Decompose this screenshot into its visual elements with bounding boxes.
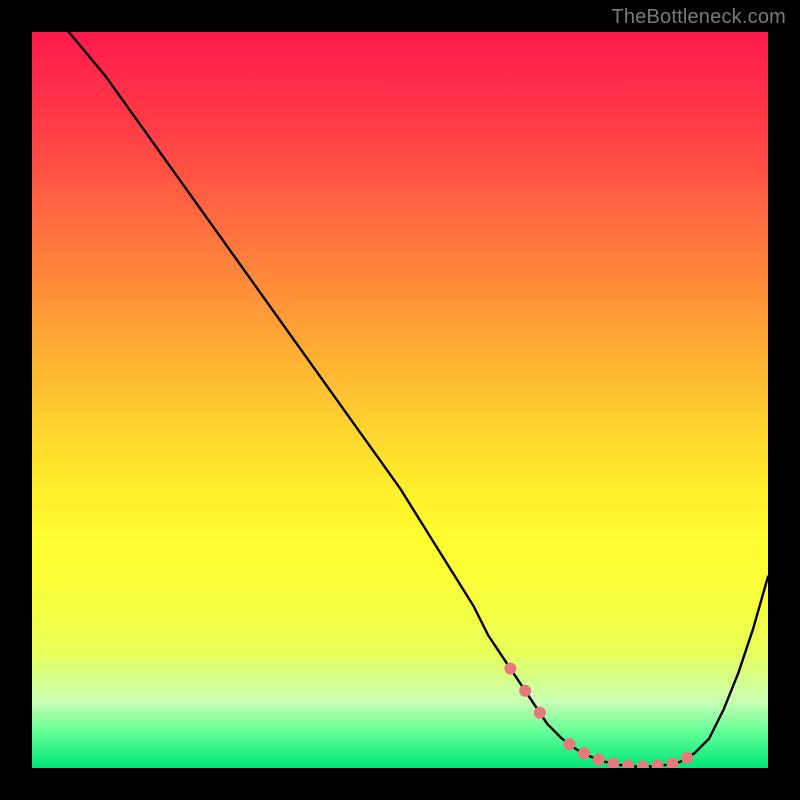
bottleneck-curve — [69, 32, 768, 767]
curve-marker — [622, 760, 634, 768]
curve-marker — [637, 761, 649, 769]
chart-svg — [32, 32, 768, 768]
curve-markers — [504, 663, 693, 768]
curve-marker — [607, 758, 619, 768]
curve-marker — [534, 707, 546, 719]
watermark-text: TheBottleneck.com — [611, 6, 786, 29]
curve-marker — [519, 685, 531, 697]
curve-marker — [563, 738, 575, 750]
curve-marker — [666, 758, 678, 768]
curve-marker — [578, 747, 590, 759]
plot-area — [32, 32, 768, 768]
curve-marker — [504, 663, 516, 675]
chart-frame: TheBottleneck.com — [0, 0, 800, 800]
curve-marker — [652, 760, 664, 768]
curve-marker — [681, 752, 693, 764]
curve-marker — [593, 754, 605, 766]
